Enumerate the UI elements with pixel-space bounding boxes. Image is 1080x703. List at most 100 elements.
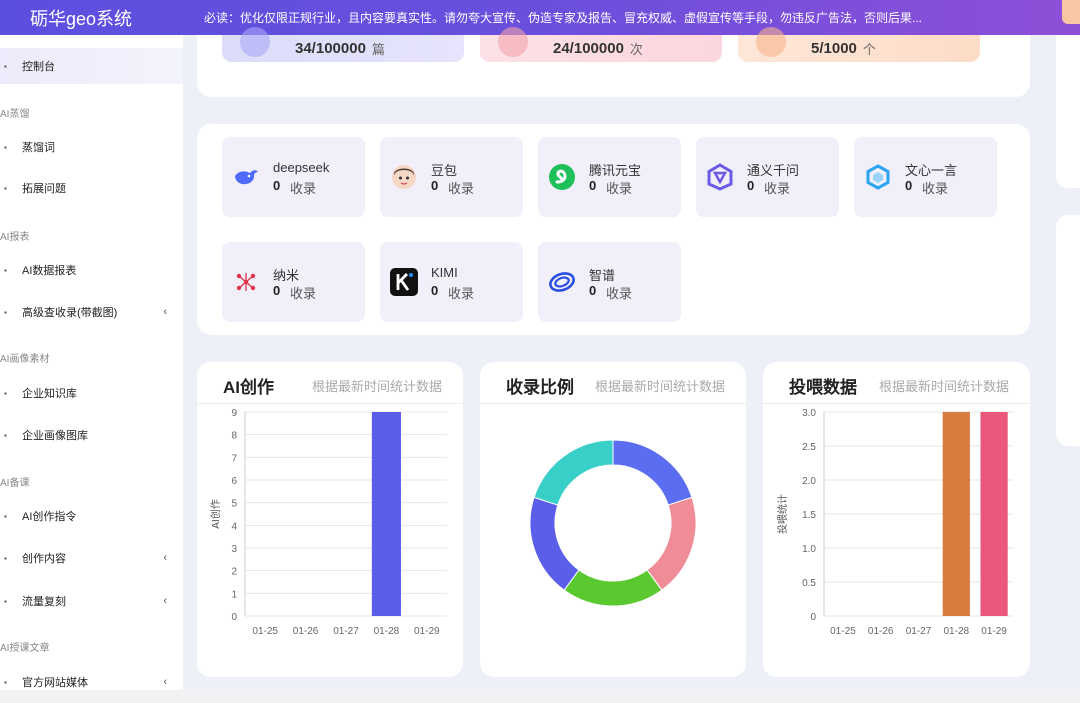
- y-tick-label: 9: [231, 408, 237, 419]
- panel-subtitle: 根据最新时间统计数据: [879, 379, 1010, 394]
- y-tick-label: 1.0: [802, 544, 816, 555]
- model-count-label: 收录: [290, 286, 317, 301]
- sidebar-item-label: 拓展问题: [22, 183, 66, 195]
- stat-value: 5/1000: [811, 40, 857, 57]
- ai-create-bar-chart: 0 1 2 3 4 5 6 7 8 9 AI创作 01-25 01-26 01-27 01-28 01-29: [209, 408, 447, 637]
- panel-title: 投喂数据: [789, 373, 857, 399]
- model-tile[interactable]: 通义千问 0 收录: [696, 137, 839, 217]
- sidebar-item[interactable]: ▪ AI数据报表: [0, 252, 183, 288]
- sidebar-item[interactable]: ▪ 创作内容 ‹: [0, 540, 183, 576]
- feed-card: 投喂数据 根据最新时间统计数据 0 0.5 1.0 1.5 2.0 2.5 3.0 投喂统计 0…: [763, 362, 1030, 677]
- model-count-label: 收录: [606, 286, 633, 301]
- model-count-label: 收录: [606, 181, 633, 196]
- donut-slice: [646, 496, 697, 591]
- bar: [371, 412, 401, 616]
- chevron-left-icon: ‹: [163, 676, 167, 688]
- model-tile[interactable]: 腾讯元宝 0 收录: [538, 137, 681, 217]
- y-tick-label: 6: [231, 476, 237, 487]
- header-action-button[interactable]: [1062, 0, 1080, 24]
- sidebar-item[interactable]: ▪ 控制台: [0, 48, 183, 84]
- sidebar-group-label: AI蒸馏: [0, 109, 30, 120]
- stat-value: 34/100000: [295, 40, 366, 57]
- model-count: 0: [747, 178, 755, 193]
- sidebar-group-label: AI报表: [0, 232, 30, 243]
- feed-bar-chart: 0 0.5 1.0 1.5 2.0 2.5 3.0 投喂统计 01-25 01-26 01-27 01…: [776, 408, 1013, 637]
- stat-unit: 个: [862, 42, 876, 57]
- sidebar-item[interactable]: ▪ 流量复刻 ‹: [0, 583, 183, 619]
- y-tick-label: 1.5: [802, 510, 816, 521]
- sidebar-item-label: 企业知识库: [22, 388, 77, 400]
- right-panel-mid: [1056, 215, 1080, 446]
- yuanbao-icon: [548, 163, 576, 191]
- model-name: 腾讯元宝: [589, 163, 642, 178]
- sidebar-item-label: 高级查收录(带截图): [22, 307, 118, 319]
- model-count-label: 收录: [290, 181, 317, 196]
- model-count: 0: [431, 283, 439, 298]
- stat-articles: 34/100000 篇: [222, 27, 464, 62]
- app-brand[interactable]: 砺华geo系统: [0, 5, 200, 31]
- menu-icon: ▪: [4, 596, 7, 606]
- donut-slice: [529, 496, 580, 591]
- stats-card: 34/100000 篇 24/100000 次 5/1000 个: [197, 27, 1030, 97]
- model-name: 智谱: [589, 268, 616, 283]
- sidebar-item[interactable]: ▪ 官方网站媒体 ‹: [0, 664, 183, 690]
- model-tile[interactable]: 文心一言 0 收录: [854, 137, 997, 217]
- stat-unit: 次: [629, 42, 643, 57]
- panel-title: AI创作: [223, 373, 274, 399]
- model-tile[interactable]: 纳米 0 收录: [222, 242, 365, 322]
- y-tick-label: 2: [231, 567, 237, 578]
- sidebar-item-label: AI创作指令: [22, 511, 77, 523]
- kimi-icon: [390, 268, 418, 296]
- model-name: deepseek: [273, 160, 330, 175]
- donut-slice: [612, 439, 693, 506]
- ratio-card: 收录比例 根据最新时间统计数据: [480, 362, 746, 677]
- zhipu-icon: [548, 268, 576, 296]
- sidebar-group-label: AI授课文章: [0, 643, 50, 654]
- menu-icon: ▪: [4, 265, 7, 275]
- sidebar-item[interactable]: ▪ 企业知识库: [0, 375, 183, 411]
- whale-icon: [232, 163, 260, 191]
- model-tile[interactable]: KIMI 0 收录: [380, 242, 523, 322]
- model-count-label: 收录: [448, 286, 475, 301]
- notice-text: 必读：优化仅限正规行业，且内容要真实性。请勿夸大宣传、伪造专家及报告、冒充权威、…: [204, 11, 923, 25]
- horizontal-scrollbar[interactable]: [0, 690, 1080, 703]
- model-count: 0: [589, 178, 597, 193]
- stat-times: 24/100000 次: [480, 27, 722, 62]
- x-tick-label: 01-27: [333, 626, 359, 637]
- sidebar-item-label: 企业画像图库: [22, 430, 88, 442]
- x-tick-label: 01-25: [252, 626, 278, 637]
- sidebar-item[interactable]: ▪ 企业画像图库: [0, 417, 183, 453]
- sidebar-item-label: 控制台: [22, 61, 55, 73]
- y-tick-label: 0: [231, 612, 237, 623]
- right-panel-top: [1056, 35, 1080, 188]
- x-tick-label: 01-28: [374, 626, 400, 637]
- model-count: 0: [905, 178, 913, 193]
- x-tick-label: 01-26: [293, 626, 319, 637]
- bar: [942, 412, 970, 616]
- sidebar: ▪ 控制台 AI蒸馏 ▪ 蒸馏词 ▪ 拓展问题 AI报表 ▪ AI数据报表 ▪ 高级查收录(带截图) ‹…: [0, 35, 183, 690]
- sidebar-item-label: 官方网站媒体: [22, 677, 88, 689]
- wenxin-icon: [864, 163, 892, 191]
- model-name: 豆包: [431, 163, 458, 178]
- model-tile[interactable]: 智谱 0 收录: [538, 242, 681, 322]
- sidebar-item[interactable]: ▪ AI创作指令: [0, 498, 183, 534]
- sidebar-group-label: AI画像素材: [0, 354, 50, 365]
- model-count: 0: [273, 178, 281, 193]
- model-tile[interactable]: 豆包 0 收录: [380, 137, 523, 217]
- model-tile[interactable]: deepseek 0 收录: [222, 137, 365, 217]
- y-tick-label: 2.0: [802, 476, 816, 487]
- sidebar-item[interactable]: ▪ 拓展问题: [0, 170, 183, 206]
- menu-icon: ▪: [4, 677, 7, 687]
- y-tick-label: 0.5: [802, 578, 816, 589]
- menu-icon: ▪: [4, 307, 7, 317]
- panel-title: 收录比例: [506, 373, 574, 399]
- sidebar-item[interactable]: ▪ 蒸馏词: [0, 129, 183, 165]
- stat-value: 24/100000: [553, 40, 624, 57]
- x-tick-label: 01-27: [906, 626, 932, 637]
- menu-icon: ▪: [4, 511, 7, 521]
- y-tick-label: 3.0: [802, 408, 816, 419]
- sidebar-item[interactable]: ▪ 高级查收录(带截图) ‹: [0, 294, 183, 330]
- model-name: KIMI: [431, 265, 458, 280]
- x-tick-label: 01-25: [830, 626, 856, 637]
- models-card: deepseek 0 收录 豆包 0 收录 腾讯元宝 0 收录 通义千问 0 收录 文心一言 0 收录 纳米 0…: [197, 124, 1030, 335]
